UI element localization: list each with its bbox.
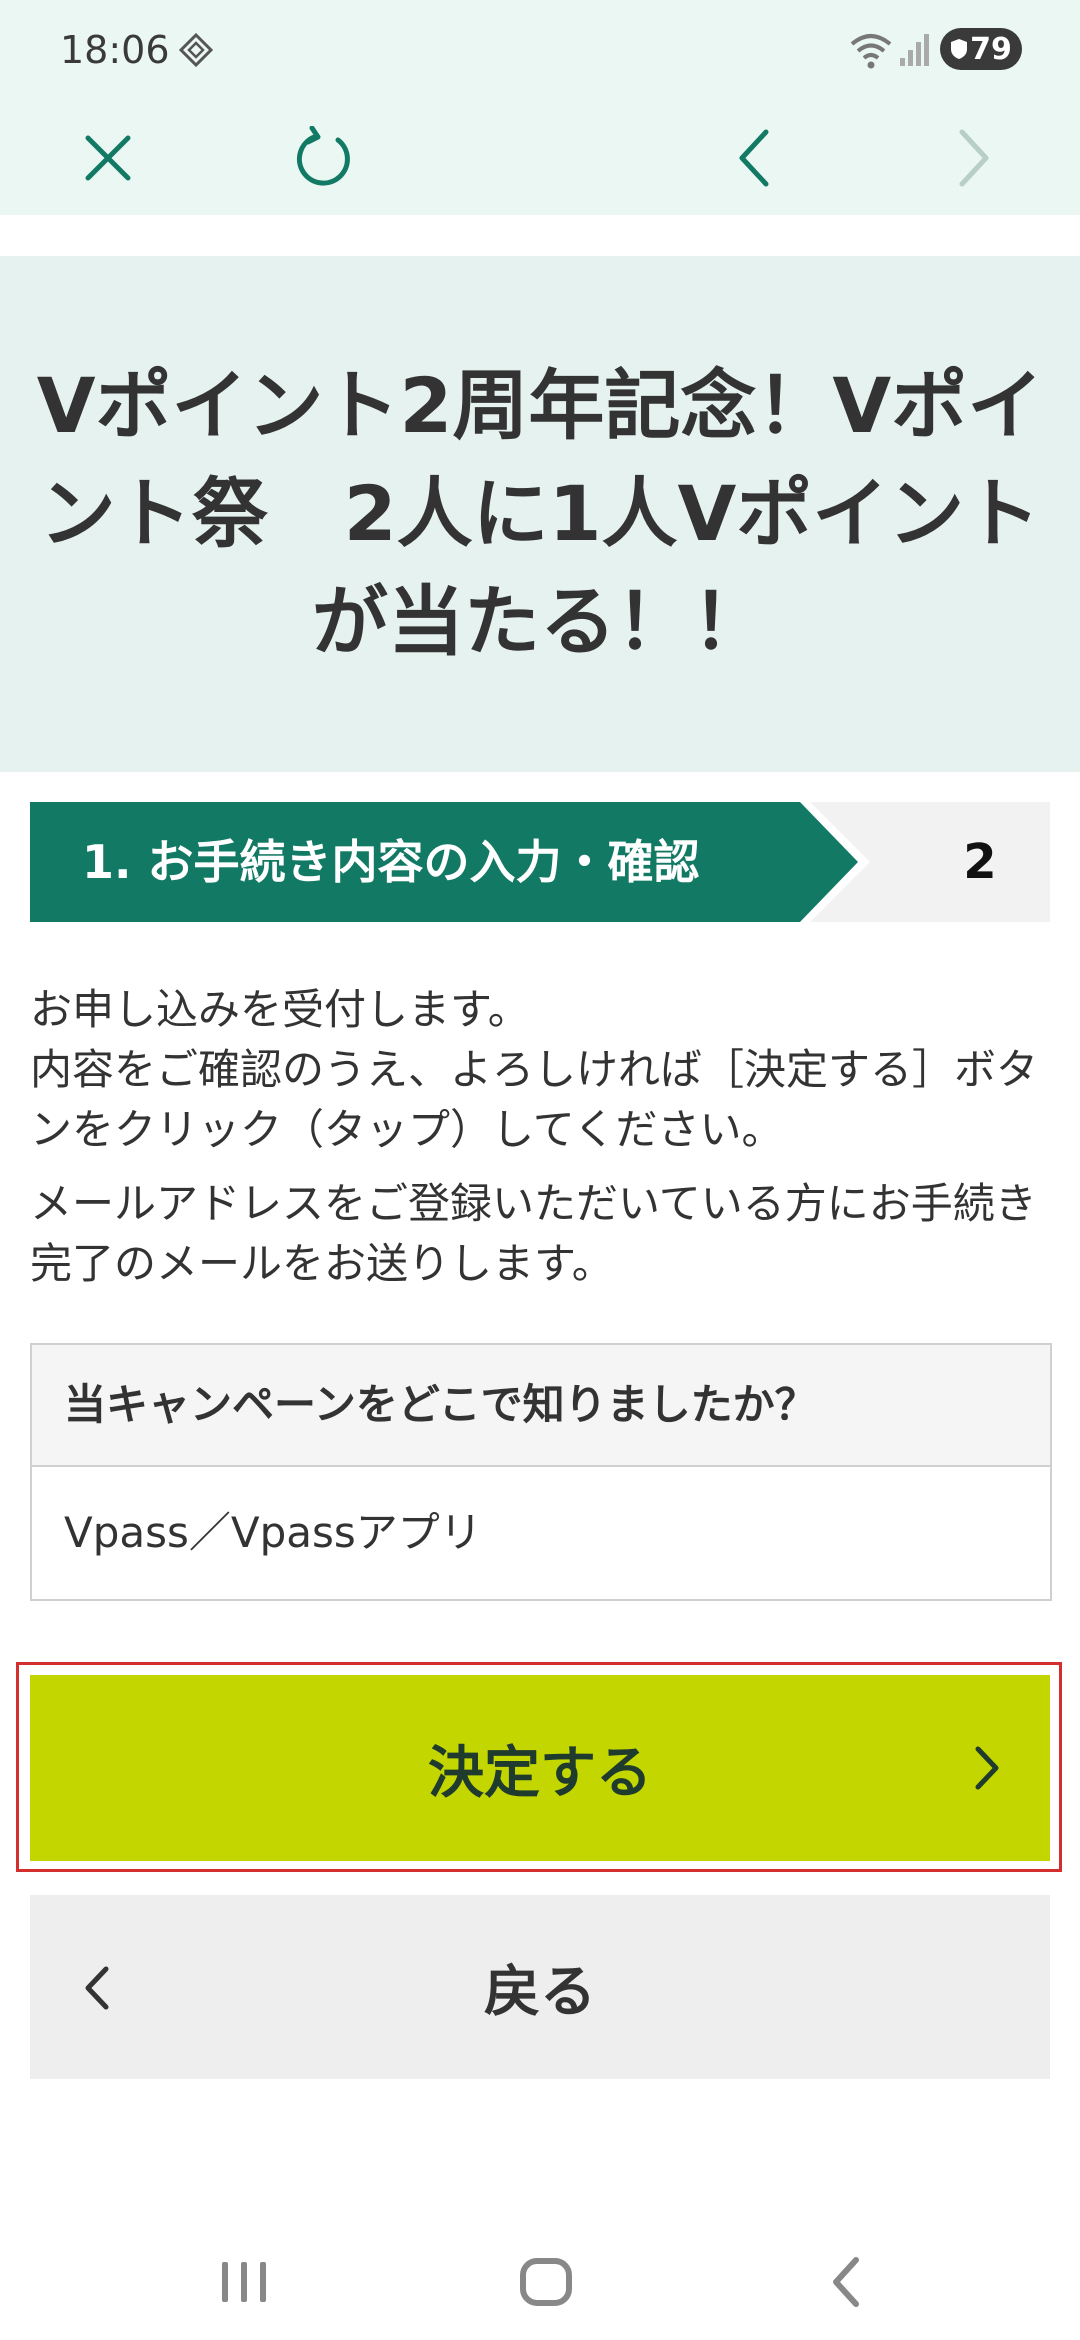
battery-indicator: 79	[940, 28, 1022, 70]
survey-answer: Vpass／Vpassアプリ	[64, 1508, 482, 1557]
chevron-left-icon	[739, 129, 769, 187]
chevron-right-icon	[959, 129, 989, 187]
survey-answer-box: 当キャンペーンをどこで知りましたか？ Vpass／Vpassアプリ	[30, 1343, 1052, 1601]
step-next-label: 2	[963, 834, 997, 890]
shield-icon	[951, 39, 968, 59]
wifi-icon	[848, 30, 894, 74]
battery-level: 79	[970, 31, 1012, 67]
campaign-title-banner: Vポイント2周年記念！Vポイント祭 2人に1人Vポイントが当たる！！	[0, 256, 1080, 772]
reload-button[interactable]	[284, 118, 364, 198]
confirm-button[interactable]: 決定する	[30, 1675, 1050, 1861]
back-nav-button[interactable]	[716, 118, 796, 198]
close-button[interactable]	[68, 118, 148, 198]
signal-icon	[898, 32, 930, 72]
system-back-icon	[833, 2257, 859, 2307]
recent-apps-button[interactable]	[204, 2242, 284, 2322]
step-current: 1. お手続き内容の入力・確認	[30, 802, 890, 922]
survey-question: 当キャンペーンをどこで知りましたか？	[32, 1345, 1050, 1467]
system-navigation-bar	[0, 2220, 1080, 2340]
close-icon	[85, 135, 131, 181]
step-current-label: 1. お手続き内容の入力・確認	[82, 835, 700, 889]
forward-nav-button[interactable]	[932, 118, 1012, 198]
back-button-label: 戻る	[484, 1959, 596, 2025]
instructions: お申し込みを受付します。 内容をご確認のうえ、よろしければ［決定する］ボタンをク…	[30, 980, 1060, 1294]
page-title: Vポイント2周年記念！Vポイント祭 2人に1人Vポイントが当たる！！	[36, 361, 1044, 666]
chevron-left-icon	[80, 1961, 112, 2029]
status-bar: 18:06 79	[0, 0, 1080, 100]
system-back-button[interactable]	[808, 2242, 888, 2322]
step-indicator: 1. お手続き内容の入力・確認 2	[30, 802, 1050, 922]
confirm-button-label: 決定する	[428, 1740, 652, 1806]
home-button[interactable]	[506, 2242, 586, 2322]
back-button[interactable]: 戻る	[30, 1895, 1050, 2079]
status-time: 18:06	[60, 28, 170, 72]
browser-toolbar	[0, 100, 1080, 215]
recent-apps-icon	[222, 2262, 266, 2302]
notification-diamond-icon	[178, 32, 214, 72]
instruction-paragraph-1: お申し込みを受付します。 内容をご確認のうえ、よろしければ［決定する］ボタンをク…	[30, 985, 1039, 1154]
chevron-right-icon	[972, 1741, 1004, 1809]
instruction-paragraph-2: メールアドレスをご登録いただいている方にお手続き完了のメールをお送りします。	[30, 1179, 1037, 1288]
home-icon	[520, 2258, 572, 2306]
reload-icon	[296, 126, 350, 186]
